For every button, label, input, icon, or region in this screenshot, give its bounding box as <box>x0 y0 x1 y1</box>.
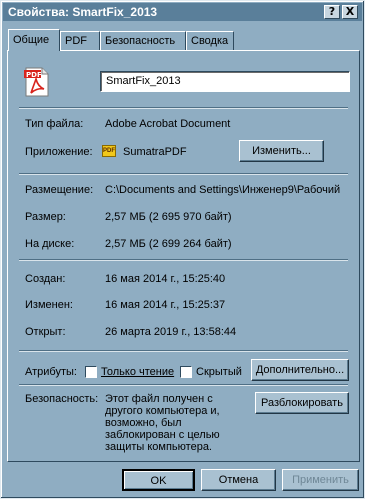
file-type-label: Тип файла: <box>25 118 84 130</box>
size-value: 2,57 МБ (2 695 970 байт) <box>105 211 232 223</box>
location-value: C:\Documents and Settings\Инженер9\Рабоч… <box>105 184 341 196</box>
opened-value: 26 марта 2019 г., 13:58:44 <box>105 326 237 338</box>
created-label: Создан: <box>25 273 66 285</box>
unblock-button[interactable]: Разблокировать <box>255 392 349 414</box>
disk-size-label: На диске: <box>25 238 75 250</box>
file-name-field[interactable]: SmartFix_2013 <box>100 71 350 92</box>
tab-security-label: Безопасность <box>105 35 176 47</box>
help-button[interactable]: ? <box>324 5 340 19</box>
tab-summary[interactable]: Сводка <box>186 31 234 51</box>
ok-button[interactable]: OK <box>122 469 195 491</box>
apply-button-label: Применить <box>292 474 349 486</box>
tab-pdf[interactable]: PDF <box>60 31 100 51</box>
general-tab-panel: PDF SmartFix_2013 Тип файла: Adobe Acrob… <box>7 50 360 462</box>
security-message-line: защиты компьютера. <box>105 441 212 453</box>
size-label: Размер: <box>25 211 66 223</box>
security-message-line: заблокирован с целью <box>105 429 220 441</box>
change-button-label: Изменить... <box>252 145 311 157</box>
cancel-button-label: Отмена <box>218 474 259 486</box>
security-message-line: другого компьютера и, <box>105 405 220 417</box>
tab-security[interactable]: Безопасность <box>100 31 186 51</box>
svg-text:PDF: PDF <box>26 71 42 79</box>
modified-label: Изменен: <box>25 299 73 311</box>
separator <box>19 107 348 109</box>
app-label: Приложение: <box>25 146 93 158</box>
properties-window: Свойства: SmartFix_2013 ? X Общие PDF Бе… <box>0 0 365 499</box>
security-message-line: возможно, был <box>105 417 182 429</box>
file-type-value: Adobe Acrobat Document <box>105 118 231 130</box>
separator <box>19 173 348 175</box>
security-message-line: Этот файл получен с <box>105 393 213 405</box>
tab-general[interactable]: Общие <box>8 29 60 51</box>
location-label: Размещение: <box>25 184 94 196</box>
apply-button[interactable]: Применить <box>282 469 359 491</box>
advanced-button[interactable]: Дополнительно... <box>251 359 349 381</box>
app-value: SumatraPDF <box>123 146 187 158</box>
separator <box>19 350 348 352</box>
tab-general-label: Общие <box>13 34 50 46</box>
ok-button-label: OK <box>150 475 167 487</box>
tab-pdf-label: PDF <box>65 35 87 47</box>
readonly-checkbox[interactable] <box>85 366 97 378</box>
change-button[interactable]: Изменить... <box>239 140 324 162</box>
title-bar[interactable]: Свойства: SmartFix_2013 ? X <box>3 3 362 21</box>
close-button[interactable]: X <box>342 5 358 19</box>
opened-label: Открыт: <box>25 326 66 338</box>
cancel-button[interactable]: Отмена <box>201 469 276 491</box>
security-message: Этот файл получен с другого компьютера и… <box>105 393 220 453</box>
attributes-label: Атрибуты: <box>25 366 77 378</box>
advanced-button-label: Дополнительно... <box>255 364 345 376</box>
readonly-label[interactable]: Только чтение <box>101 366 174 378</box>
hidden-checkbox[interactable] <box>180 366 192 378</box>
modified-value: 16 мая 2014 г., 15:25:37 <box>105 299 226 311</box>
created-value: 16 мая 2014 г., 15:25:40 <box>105 273 226 285</box>
unblock-button-label: Разблокировать <box>261 397 343 409</box>
sumatrapdf-icon: PDF <box>102 145 116 157</box>
separator <box>19 384 348 386</box>
tab-summary-label: Сводка <box>191 35 229 47</box>
security-label: Безопасность: <box>25 393 99 405</box>
separator <box>19 259 348 261</box>
hidden-label[interactable]: Скрытый <box>196 366 242 378</box>
disk-size-value: 2,57 МБ (2 699 264 байт) <box>105 238 232 250</box>
window-title: Свойства: SmartFix_2013 <box>8 5 158 19</box>
pdf-file-icon: PDF <box>24 67 49 97</box>
